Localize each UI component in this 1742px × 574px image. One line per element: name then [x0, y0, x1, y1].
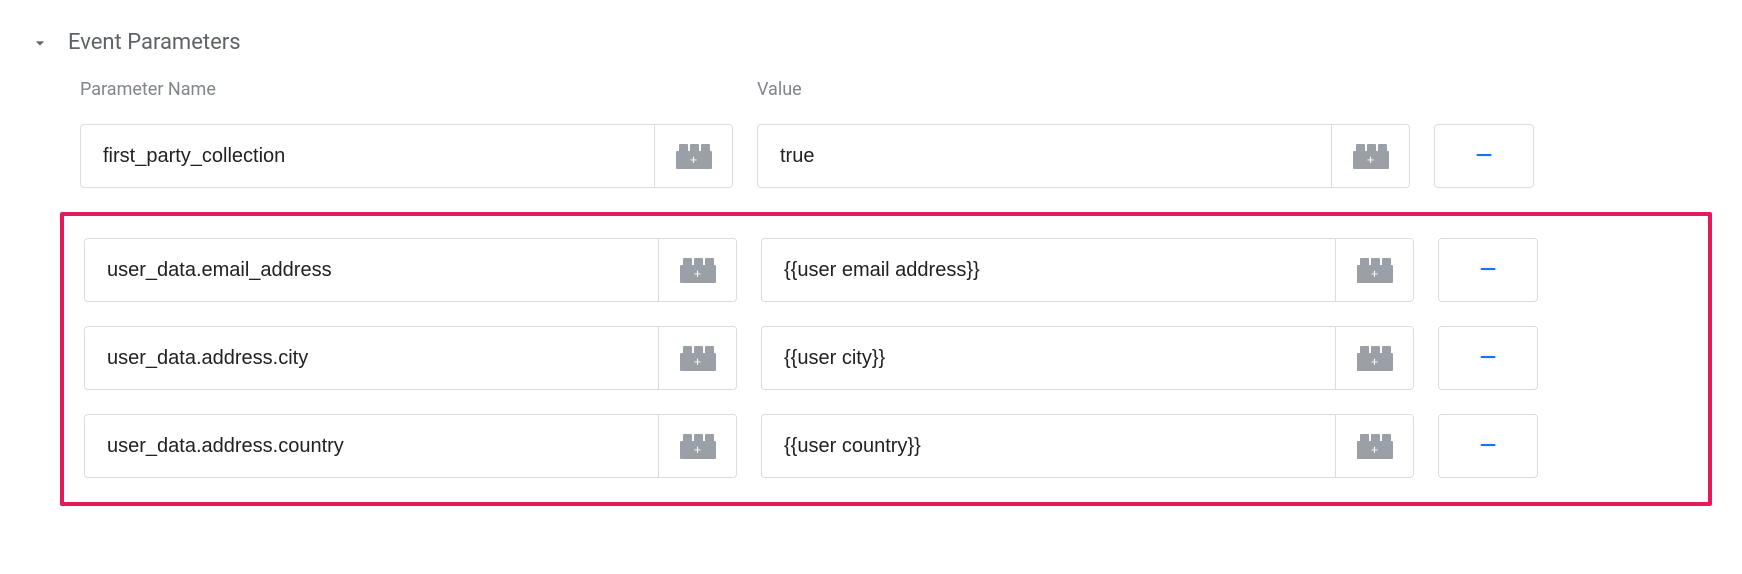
param-value-input[interactable]: [758, 125, 1331, 187]
param-name-field-group: +: [84, 414, 737, 478]
remove-row-button[interactable]: −: [1438, 326, 1538, 390]
variable-brick-icon: +: [680, 257, 716, 283]
variable-brick-icon: +: [680, 433, 716, 459]
param-name-field-group: +: [80, 124, 733, 188]
variable-brick-icon: +: [1357, 257, 1393, 283]
param-name-input[interactable]: [81, 125, 654, 187]
variable-brick-icon: +: [1357, 433, 1393, 459]
param-row: + + −: [84, 414, 1688, 478]
insert-variable-button[interactable]: +: [1335, 327, 1413, 389]
insert-variable-button[interactable]: +: [658, 415, 736, 477]
param-row: + + −: [84, 238, 1688, 302]
variable-brick-icon: +: [1357, 345, 1393, 371]
param-value-field-group: +: [757, 124, 1410, 188]
param-name-input[interactable]: [85, 239, 658, 301]
param-value-field-group: +: [761, 238, 1414, 302]
insert-variable-button[interactable]: +: [1331, 125, 1409, 187]
param-name-input[interactable]: [85, 327, 658, 389]
param-name-field-group: +: [84, 238, 737, 302]
section-title: Event Parameters: [68, 30, 241, 55]
insert-variable-button[interactable]: +: [1335, 239, 1413, 301]
param-value-input[interactable]: [762, 239, 1335, 301]
param-row: + + −: [80, 124, 1722, 188]
insert-variable-button[interactable]: +: [654, 125, 732, 187]
variable-brick-icon: +: [676, 143, 712, 169]
variable-brick-icon: +: [680, 345, 716, 371]
highlighted-rows-annotation: + + − +: [60, 212, 1712, 506]
insert-variable-button[interactable]: +: [658, 327, 736, 389]
param-value-field-group: +: [761, 414, 1414, 478]
insert-variable-button[interactable]: +: [1335, 415, 1413, 477]
param-value-input[interactable]: [762, 415, 1335, 477]
remove-row-button[interactable]: −: [1434, 124, 1534, 188]
variable-brick-icon: +: [1353, 143, 1389, 169]
param-value-field-group: +: [761, 326, 1414, 390]
col-header-value: Value: [757, 79, 1410, 100]
remove-row-button[interactable]: −: [1438, 238, 1538, 302]
param-value-input[interactable]: [762, 327, 1335, 389]
chevron-down-icon: [30, 33, 50, 53]
param-row: + + −: [84, 326, 1688, 390]
param-name-field-group: +: [84, 326, 737, 390]
param-name-input[interactable]: [85, 415, 658, 477]
remove-row-button[interactable]: −: [1438, 414, 1538, 478]
collapse-toggle[interactable]: [28, 31, 52, 55]
col-header-param: Parameter Name: [80, 79, 733, 100]
insert-variable-button[interactable]: +: [658, 239, 736, 301]
